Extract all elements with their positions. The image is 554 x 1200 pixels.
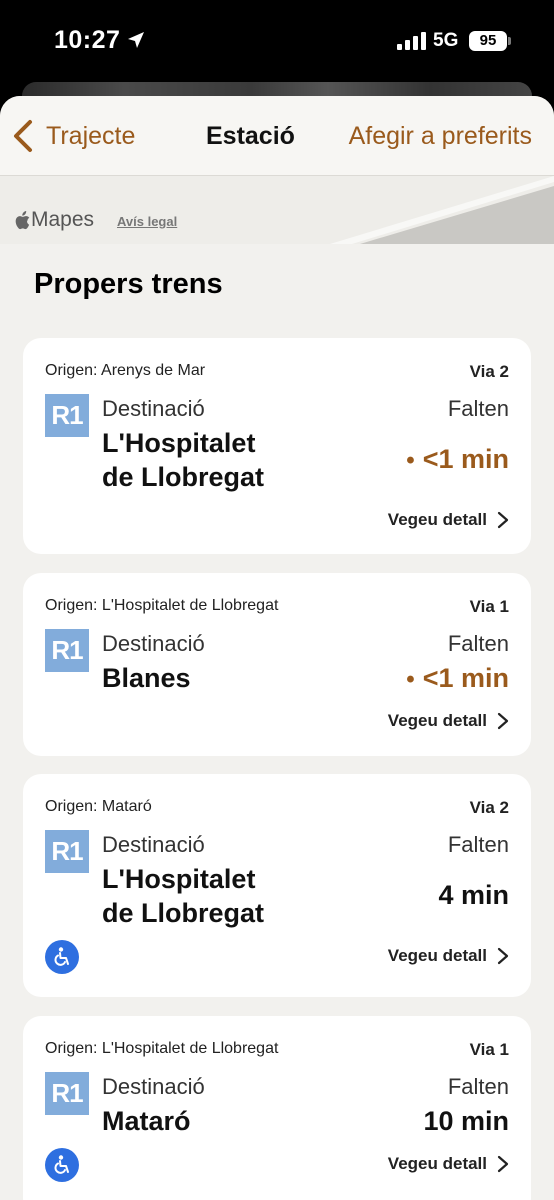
chevron-right-icon: [497, 511, 509, 529]
view-detail-label: Vegeu detall: [387, 711, 487, 730]
remaining-label: Falten: [447, 631, 509, 656]
wheelchair-accessible-icon: [45, 1148, 79, 1182]
wheelchair-accessible-icon: [45, 940, 79, 974]
train-card[interactable]: Origen: Arenys de Mar Via 2 R1 Destinaci…: [23, 338, 531, 554]
battery-level: 95: [479, 32, 497, 49]
train-platform: Via 2: [469, 798, 509, 817]
legal-notice-link[interactable]: Avís legal: [117, 214, 177, 229]
view-detail-button[interactable]: Vegeu detall: [388, 711, 509, 731]
network-type: 5G: [433, 30, 459, 51]
train-platform: Via 1: [469, 1040, 509, 1059]
destination-label: Destinació: [102, 1074, 205, 1099]
maps-logo-text: Mapes: [31, 208, 95, 231]
view-detail-label: Vegeu detall: [387, 1154, 487, 1173]
remaining-label: Falten: [447, 832, 509, 857]
view-detail-label: Vegeu detall: [387, 946, 487, 965]
line-badge: R1: [45, 830, 89, 873]
view-detail-button[interactable]: Vegeu detall: [388, 1154, 509, 1174]
map-view[interactable]: Mapes Avís legal: [0, 176, 554, 244]
add-to-favorites-button[interactable]: Afegir a preferits: [349, 122, 532, 151]
chevron-right-icon: [497, 947, 509, 965]
destination-label: Destinació: [102, 832, 205, 857]
line-badge: R1: [45, 394, 89, 437]
cellular-signal-icon: [397, 32, 426, 50]
destination-label: Destinació: [102, 396, 205, 421]
section-title: Propers trens: [34, 268, 223, 300]
train-platform: Via 1: [469, 597, 509, 616]
apple-logo-icon: [15, 210, 30, 229]
status-time: 10:27: [54, 26, 121, 54]
train-origin: Origen: L'Hospitalet de Llobregat: [45, 597, 279, 614]
train-card[interactable]: Origen: L'Hospitalet de Llobregat Via 1 …: [23, 1016, 531, 1200]
eta: 4 min: [438, 880, 509, 910]
train-origin: Origen: L'Hospitalet de Llobregat: [45, 1040, 279, 1057]
eta: 10 min: [423, 1106, 509, 1136]
line-badge: R1: [45, 1072, 89, 1115]
view-detail-label: Vegeu detall: [387, 510, 487, 529]
navigation-bar: Trajecte Estació Afegir a preferits: [0, 96, 554, 176]
status-bar: 10:27 5G 95: [0, 0, 554, 84]
battery-tip: [508, 37, 511, 45]
destination-line: de Llobregat: [102, 462, 265, 492]
destination-name: L'Hospitalet de Llobregat: [102, 426, 342, 494]
destination-name: Mataró: [102, 1106, 191, 1136]
destination-label: Destinació: [102, 631, 205, 656]
destination-line: L'Hospitalet: [102, 428, 256, 458]
battery-icon: 95: [469, 31, 507, 51]
destination-name: Blanes: [102, 663, 191, 693]
destination-line: de Llobregat: [102, 898, 265, 928]
eta: <1 min: [406, 663, 509, 694]
chevron-right-icon: [497, 712, 509, 730]
remaining-label: Falten: [447, 1074, 509, 1099]
destination-line: L'Hospitalet: [102, 864, 256, 894]
remaining-label: Falten: [447, 396, 509, 421]
train-platform: Via 2: [469, 362, 509, 381]
train-origin: Origen: Mataró: [45, 798, 152, 815]
destination-name: L'Hospitalet de Llobregat: [102, 862, 342, 930]
chevron-left-icon: [14, 120, 32, 152]
station-sheet: Trajecte Estació Afegir a preferits Mape…: [0, 96, 554, 1200]
back-button[interactable]: Trajecte: [10, 116, 135, 156]
eta: <1 min: [406, 444, 509, 475]
chevron-right-icon: [497, 1155, 509, 1173]
train-card[interactable]: Origen: Mataró Via 2 R1 Destinació L'Hos…: [23, 774, 531, 997]
line-badge: R1: [45, 629, 89, 672]
maps-logo: Mapes: [14, 208, 94, 232]
train-card[interactable]: Origen: L'Hospitalet de Llobregat Via 1 …: [23, 573, 531, 756]
train-origin: Origen: Arenys de Mar: [45, 362, 206, 379]
location-arrow-icon: [128, 32, 144, 48]
view-detail-button[interactable]: Vegeu detall: [388, 510, 509, 530]
view-detail-button[interactable]: Vegeu detall: [388, 946, 509, 966]
back-button-label: Trajecte: [46, 121, 136, 150]
page-title: Estació: [206, 122, 295, 150]
